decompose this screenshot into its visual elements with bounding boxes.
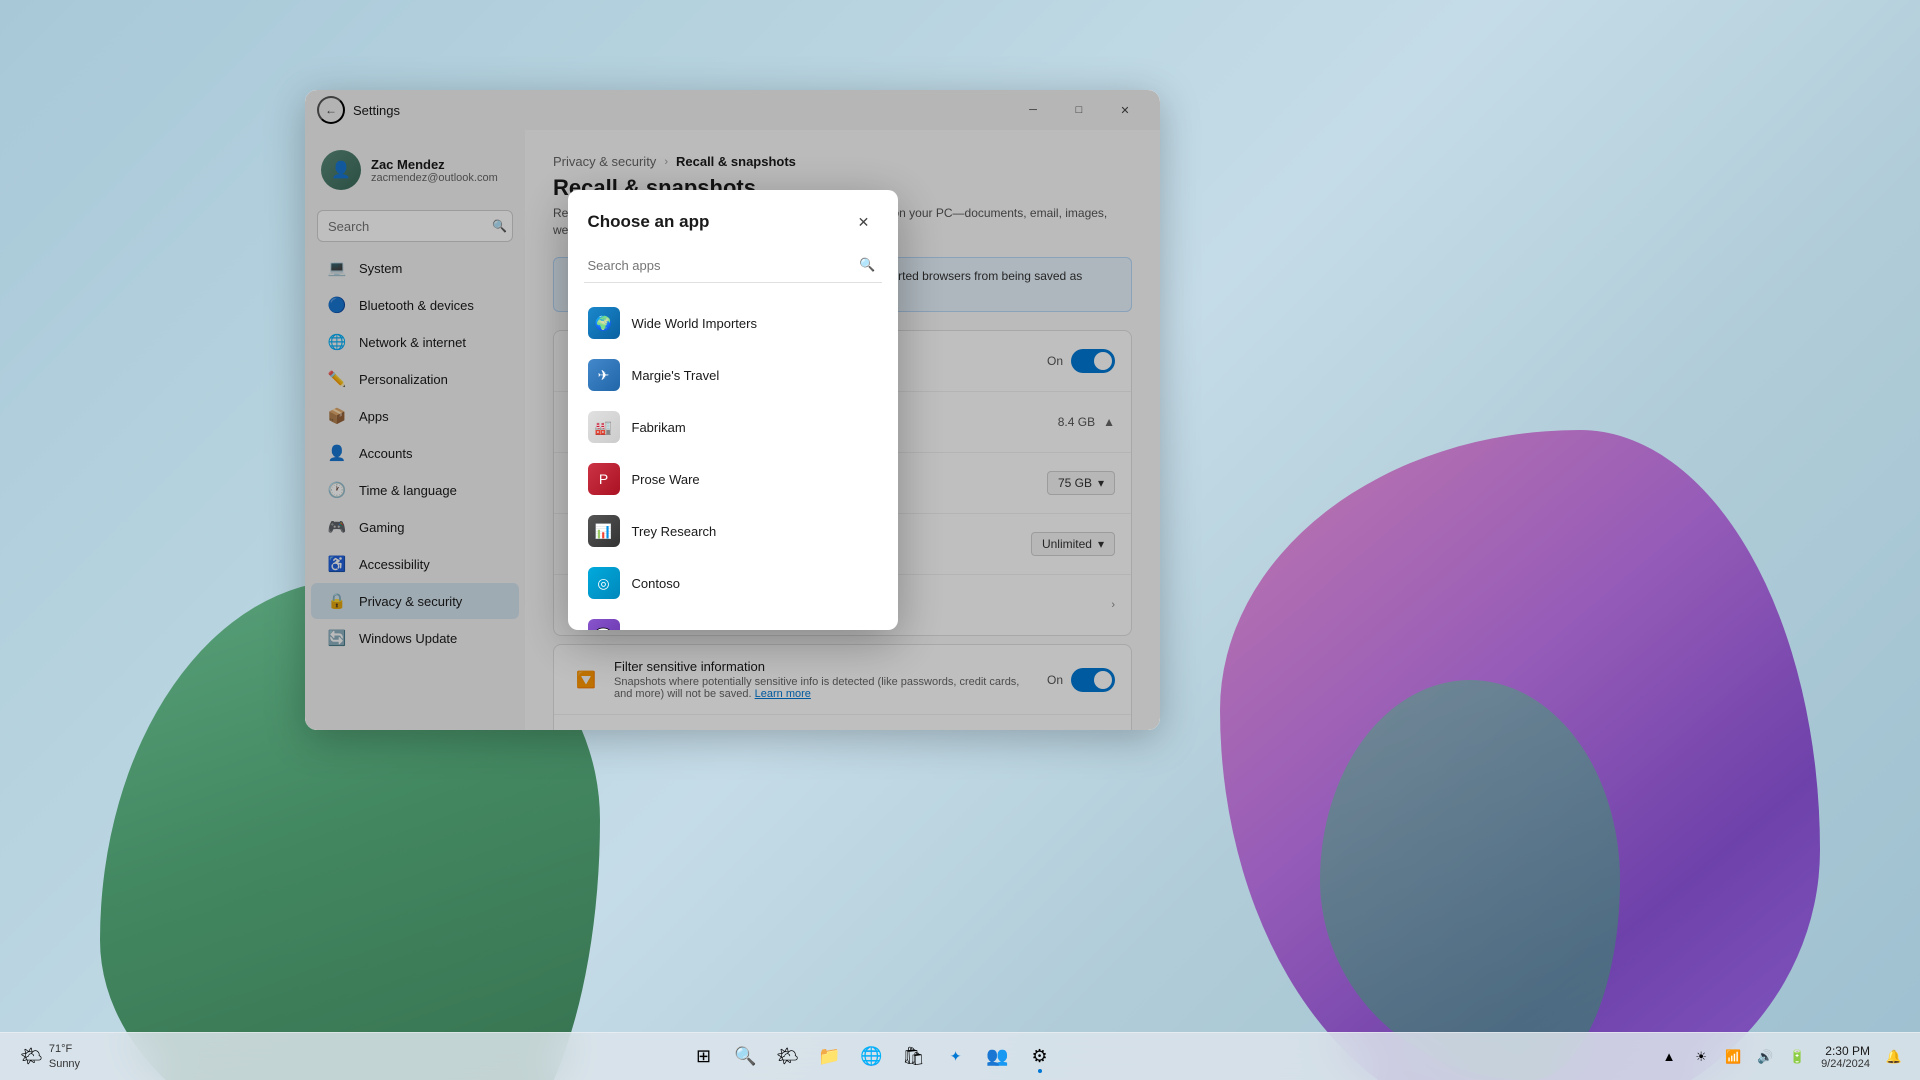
file-explorer-icon[interactable]: 📁	[812, 1039, 848, 1075]
taskbar-center: ⊞ 🔍 🌤 📁 🌐 🛍 ✦ 👥 ⚙	[100, 1039, 1643, 1075]
app-name-fab: Fabrikam	[632, 420, 686, 435]
dialog-header: Choose an app ✕	[568, 190, 898, 248]
app-name-cm: Consolidated Messenger	[632, 628, 776, 631]
choose-app-dialog: Choose an app ✕ 🔍 🌍 Wide World Importers…	[568, 190, 898, 630]
tray-network-icon[interactable]: 📶	[1719, 1039, 1747, 1075]
weather-widget[interactable]: 🌤 71°F Sunny	[12, 1038, 88, 1075]
app-name-wwi: Wide World Importers	[632, 316, 757, 331]
dialog-close-button[interactable]: ✕	[850, 208, 878, 236]
app-icon-fab: 🏭	[588, 411, 620, 443]
windows-start-icon[interactable]: ⊞	[686, 1039, 722, 1075]
app-name-con: Contoso	[632, 576, 680, 591]
app-icon-con: ◎	[588, 567, 620, 599]
dialog-overlay[interactable]: Choose an app ✕ 🔍 🌍 Wide World Importers…	[305, 90, 1160, 730]
dialog-search-icon: 🔍	[859, 257, 875, 273]
dialog-search-input[interactable]	[584, 248, 882, 282]
tray-expand-icon[interactable]: ▲	[1655, 1039, 1683, 1075]
app-name-mt: Margie's Travel	[632, 368, 720, 383]
clock[interactable]: 2:30 PM 9/24/2024	[1813, 1044, 1878, 1070]
tray-brightness-icon[interactable]: ☀	[1687, 1039, 1715, 1075]
settings-window: ← Settings ─ □ ✕ 👤 Zac Mendez zacmendez@…	[305, 90, 1160, 730]
app-icon-cm: 💬	[588, 619, 620, 630]
tray-battery-icon[interactable]: 🔋	[1783, 1039, 1811, 1075]
app-list: 🌍 Wide World Importers ✈ Margie's Travel…	[568, 293, 898, 630]
tray-volume-icon[interactable]: 🔊	[1751, 1039, 1779, 1075]
weather-text: 71°F Sunny	[49, 1042, 80, 1071]
weather-temp: 71°F	[49, 1042, 80, 1056]
app-icon-wwi: 🌍	[588, 307, 620, 339]
taskbar-search-icon[interactable]: 🔍	[728, 1039, 764, 1075]
app-item-wwi[interactable]: 🌍 Wide World Importers	[568, 297, 898, 349]
app-item-fab[interactable]: 🏭 Fabrikam	[568, 401, 898, 453]
dialog-search-container: 🔍	[584, 248, 882, 283]
taskbar-right: ▲ ☀ 📶 🔊 🔋 2:30 PM 9/24/2024 🔔	[1643, 1039, 1920, 1075]
notification-icon[interactable]: 🔔	[1880, 1039, 1908, 1075]
clock-date: 9/24/2024	[1821, 1058, 1870, 1070]
edge-icon[interactable]: 🌐	[854, 1039, 890, 1075]
store-icon[interactable]: 🛍	[896, 1039, 932, 1075]
app-item-cm[interactable]: 💬 Consolidated Messenger	[568, 609, 898, 630]
app-icon-mt: ✈	[588, 359, 620, 391]
weather-icon: 🌤	[20, 1046, 43, 1067]
app-item-tr[interactable]: 📊 Trey Research	[568, 505, 898, 557]
app-item-pw[interactable]: P Prose Ware	[568, 453, 898, 505]
taskbar: 🌤 71°F Sunny ⊞ 🔍 🌤 📁 🌐 🛍 ✦ 👥 ⚙ ▲ ☀ 📶 🔊 🔋…	[0, 1032, 1920, 1080]
app-item-con[interactable]: ◎ Contoso	[568, 557, 898, 609]
app-name-tr: Trey Research	[632, 524, 717, 539]
dialog-title: Choose an app	[588, 212, 710, 232]
teams-icon[interactable]: 👥	[980, 1039, 1016, 1075]
copilot-icon[interactable]: ✦	[938, 1039, 974, 1075]
app-item-mt[interactable]: ✈ Margie's Travel	[568, 349, 898, 401]
weather-condition: Sunny	[49, 1057, 80, 1071]
app-icon-tr: 📊	[588, 515, 620, 547]
settings-taskbar-icon[interactable]: ⚙	[1022, 1039, 1058, 1075]
app-name-pw: Prose Ware	[632, 472, 700, 487]
widgets-icon[interactable]: 🌤	[770, 1039, 806, 1075]
app-icon-pw: P	[588, 463, 620, 495]
taskbar-left: 🌤 71°F Sunny	[0, 1038, 100, 1075]
clock-time: 2:30 PM	[1825, 1044, 1870, 1058]
system-tray: ▲ ☀ 📶 🔊 🔋	[1655, 1039, 1811, 1075]
